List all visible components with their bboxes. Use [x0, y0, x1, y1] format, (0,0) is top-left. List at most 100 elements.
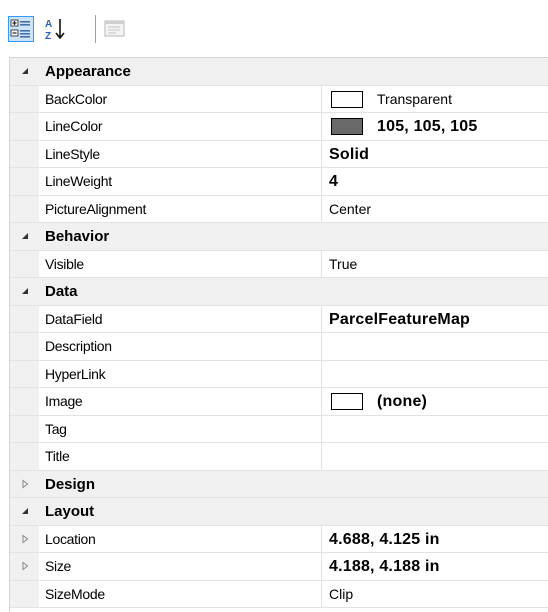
expand-toggle[interactable] [10, 553, 39, 580]
category-appearance[interactable]: Appearance [10, 58, 548, 86]
property-pages-icon [104, 20, 125, 37]
expand-toggle[interactable] [10, 471, 39, 498]
property-pages-button[interactable] [102, 16, 128, 42]
property-value[interactable]: (none) [329, 388, 427, 415]
collapse-toggle[interactable] [10, 498, 39, 525]
row-gutter [10, 168, 39, 195]
row-gutter [10, 415, 39, 442]
color-swatch [331, 90, 363, 108]
property-value[interactable]: 4.688, 4.125 in [329, 526, 440, 553]
property-value-text: Transparent [377, 90, 452, 107]
property-name: Size [45, 558, 72, 574]
property-row-linestyle[interactable]: LineStyle Solid [10, 140, 548, 168]
property-name: Visible [45, 255, 84, 272]
collapse-toggle[interactable] [10, 278, 39, 305]
expand-toggle[interactable] [10, 526, 39, 553]
property-row-size[interactable]: Size 4.188, 4.188 in [10, 553, 548, 581]
row-gutter [10, 553, 39, 580]
svg-text:Z: Z [45, 31, 51, 42]
property-name: HyperLink [45, 365, 106, 382]
column-divider [321, 250, 322, 277]
category-label: Behavior [45, 228, 110, 245]
row-gutter [10, 305, 39, 332]
collapse-toggle[interactable] [10, 223, 39, 250]
property-value[interactable]: 4.188, 4.188 in [329, 553, 440, 580]
column-divider [321, 443, 322, 470]
collapsed-triangle-icon [22, 479, 28, 489]
property-value[interactable]: Solid [329, 141, 369, 168]
property-row-description[interactable]: Description [10, 333, 548, 361]
svg-text:A: A [45, 19, 52, 30]
column-divider [321, 140, 322, 167]
category-data[interactable]: Data [10, 278, 548, 306]
categorized-icon [10, 19, 30, 38]
property-value-text: 105, 105, 105 [377, 118, 478, 135]
property-name: LineWeight [45, 173, 112, 189]
property-row-datafield[interactable]: DataField ParcelFeatureMap [10, 305, 548, 333]
column-divider [321, 388, 322, 415]
property-name: Title [45, 448, 70, 464]
toolbar-separator [95, 15, 96, 43]
property-row-picturealignment[interactable]: PictureAlignment Center [10, 195, 548, 223]
column-divider [321, 553, 322, 580]
expanded-triangle-icon [21, 68, 28, 75]
property-name: DataField [45, 310, 103, 327]
property-row-title[interactable]: Title [10, 443, 548, 471]
category-layout[interactable]: Layout [10, 498, 548, 526]
property-grid-toolbar: A Z [0, 0, 548, 55]
property-row-image[interactable]: Image (none) [10, 388, 548, 416]
property-value[interactable]: 105, 105, 105 [329, 113, 477, 140]
row-gutter [10, 333, 39, 360]
property-value[interactable]: Clip [329, 581, 353, 608]
collapsed-triangle-icon [22, 534, 28, 544]
row-gutter [10, 85, 39, 112]
color-swatch [331, 118, 363, 135]
categorized-button[interactable] [8, 16, 34, 42]
column-divider [321, 168, 322, 195]
expanded-triangle-icon [21, 233, 28, 240]
property-value[interactable]: ParcelFeatureMap [329, 306, 470, 333]
property-row-linecolor[interactable]: LineColor 105, 105, 105 [10, 113, 548, 141]
property-value-text: (none) [377, 393, 428, 410]
property-row-sizemode[interactable]: SizeMode Clip [10, 580, 548, 608]
property-row-lineweight[interactable]: LineWeight 4 [10, 168, 548, 196]
property-grid: Appearance BackColor Transparent LineCol… [9, 57, 548, 612]
column-divider [321, 195, 322, 222]
row-gutter [10, 580, 39, 607]
category-label: Data [45, 283, 78, 300]
row-gutter [10, 140, 39, 167]
property-name: Description [45, 338, 112, 354]
column-divider [321, 333, 322, 360]
property-name: LineStyle [45, 145, 100, 162]
alphabetical-sort-icon: A Z [45, 19, 65, 42]
property-name: PictureAlignment [45, 200, 147, 217]
category-design[interactable]: Design [10, 470, 548, 498]
property-name: Location [45, 530, 96, 547]
property-row-visible[interactable]: Visible True [10, 250, 548, 278]
property-name: Image [45, 393, 83, 409]
category-behavior[interactable]: Behavior [10, 223, 548, 251]
column-divider [321, 113, 322, 140]
property-name: LineColor [45, 118, 103, 134]
property-value[interactable]: Transparent [329, 86, 452, 113]
row-gutter [10, 388, 39, 415]
property-row-tag[interactable]: Tag [10, 415, 548, 443]
row-gutter [10, 195, 39, 222]
column-divider [321, 580, 322, 607]
property-value[interactable]: Center [329, 196, 371, 223]
property-row-location[interactable]: Location 4.688, 4.125 in [10, 525, 548, 553]
property-name: Tag [45, 420, 67, 437]
collapse-toggle[interactable] [10, 58, 39, 85]
row-gutter [10, 443, 39, 470]
property-value[interactable]: 4 [329, 168, 338, 195]
column-divider [321, 525, 322, 552]
property-row-backcolor[interactable]: BackColor Transparent [10, 85, 548, 113]
category-label: Appearance [45, 63, 131, 80]
column-divider [321, 305, 322, 332]
category-label: Layout [45, 503, 95, 520]
row-gutter [10, 250, 39, 277]
property-value[interactable]: True [329, 251, 357, 278]
image-preview-swatch [331, 393, 363, 410]
property-row-hyperlink[interactable]: HyperLink [10, 360, 548, 388]
alphabetical-button[interactable]: A Z [42, 16, 68, 42]
